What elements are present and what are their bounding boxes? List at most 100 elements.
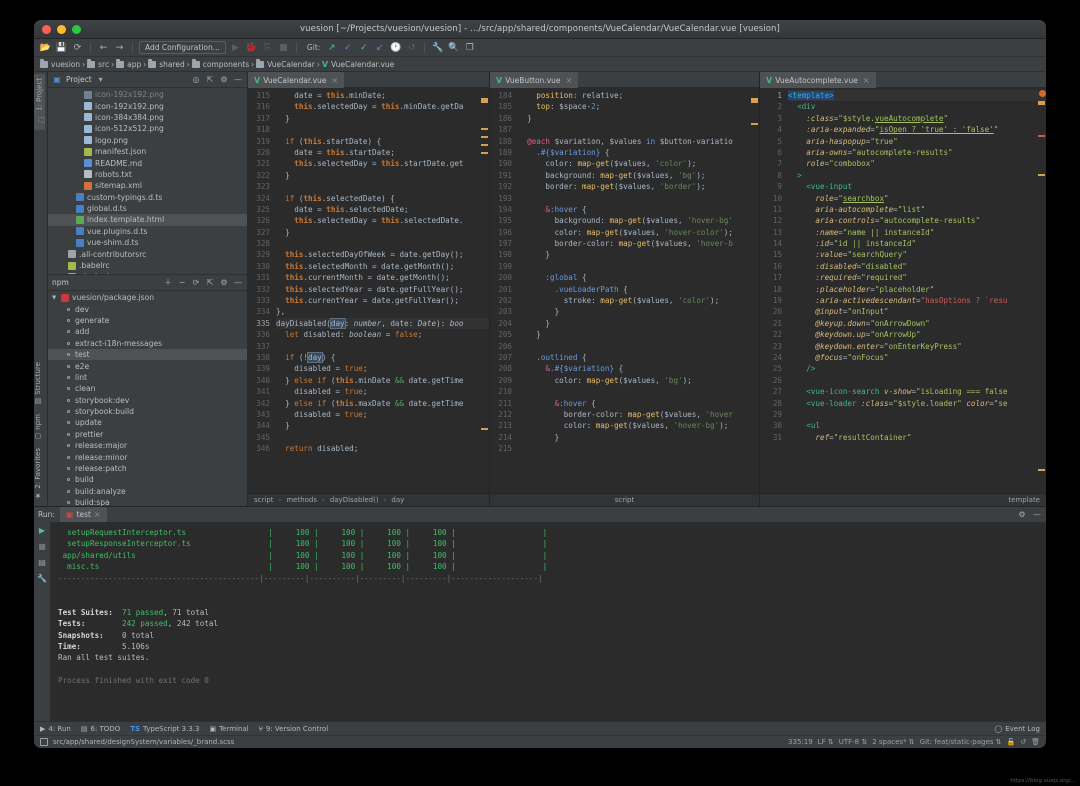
project-tree-item[interactable]: icon-512x512.png — [48, 123, 247, 134]
code-line[interactable]: date = this.startDate; — [276, 147, 489, 158]
update-project-icon[interactable]: ↗ — [325, 41, 338, 54]
npm-scripts-tree[interactable]: ▼ vuesion/package.json dev generate add extra… — [48, 291, 247, 506]
chevron-down-icon[interactable]: ▾ — [96, 75, 106, 84]
code-line[interactable] — [518, 261, 759, 272]
project-tree-item[interactable]: vue.plugins.d.ts — [48, 226, 247, 237]
code-area-1[interactable]: 315 316 317 318 319 320 321 322 323 324 325 326 327 3… — [248, 88, 489, 493]
npm-script-item[interactable]: storybook:dev — [48, 395, 247, 406]
code-line[interactable]: aria-controls="autocomplete-results" — [788, 215, 1046, 226]
npm-script-item[interactable]: release:patch — [48, 463, 247, 474]
code-line[interactable]: } — [518, 249, 759, 260]
npm-script-item[interactable]: release:minor — [48, 451, 247, 462]
npm-script-item[interactable]: test — [48, 348, 247, 361]
code-line[interactable]: role="searchbox" — [788, 193, 1046, 204]
code-line[interactable]: &:hover { — [518, 204, 759, 215]
project-tree-item[interactable]: custom-typings.d.ts — [48, 192, 247, 203]
code-line[interactable]: disabled = true; — [276, 386, 489, 397]
code-line[interactable]: this.selectedDay = this.startDate.get — [276, 158, 489, 169]
breadcrumb-segment[interactable]: script — [615, 496, 635, 504]
status-item-typescript[interactable]: TS TypeScript 3.3.3 — [130, 725, 199, 733]
code-line[interactable]: color: map-get($values, 'hover-color'); — [518, 227, 759, 238]
npm-root-item[interactable]: ▼ vuesion/package.json — [48, 292, 247, 303]
warning-marker[interactable] — [481, 98, 488, 103]
code-line[interactable]: this.selectedYear = date.getFullYear(); — [276, 284, 489, 295]
hide-panel-icon[interactable]: — — [1032, 510, 1042, 519]
breadcrumb-segment[interactable]: day — [391, 496, 404, 504]
settings-wrench-icon[interactable]: 🔧 — [431, 41, 444, 54]
change-marker[interactable] — [481, 136, 488, 138]
code-lines[interactable]: position: relative; top: $space-2; } @ea… — [518, 88, 759, 455]
add-script-icon[interactable]: ＋ — [163, 277, 173, 288]
code-line[interactable]: } else if (this.minDate && date.getTime — [276, 375, 489, 386]
code-line[interactable]: <div — [788, 101, 1046, 112]
breadcrumb-segment[interactable]: script — [254, 496, 274, 504]
locate-file-icon[interactable]: ◎ — [191, 75, 201, 84]
reload-scripts-icon[interactable]: ⟳ — [191, 278, 201, 287]
code-line[interactable]: /> — [788, 363, 1046, 374]
error-marker-strip[interactable] — [750, 88, 759, 493]
breadcrumb-item-app[interactable]: app — [116, 58, 141, 69]
code-line[interactable]: ref="resultContainer" — [788, 432, 1046, 443]
breadcrumb-item-src[interactable]: src — [87, 58, 109, 69]
code-line[interactable]: dayDisabled(day: number, date: Date): bo… — [276, 317, 489, 330]
caret-position[interactable]: 335:19 — [788, 738, 813, 746]
code-line[interactable] — [276, 124, 489, 135]
project-tree-item[interactable]: vue-shim.d.ts — [48, 237, 247, 248]
code-line[interactable]: } — [518, 113, 759, 124]
status-item-run[interactable]: ▶ 4: Run — [40, 725, 71, 733]
code-line[interactable]: :id="id || instanceId" — [788, 238, 1046, 249]
tool-window-npm[interactable]: ▢ npm — [34, 410, 42, 445]
breadcrumb-item-vuecalendar[interactable]: VueCalendar — [256, 58, 315, 69]
code-line[interactable]: role="combobox" — [788, 158, 1046, 169]
code-line[interactable]: > — [788, 170, 1046, 181]
breadcrumb-segment[interactable]: template — [1008, 496, 1040, 504]
code-area-2[interactable]: 184 185 186 187 188 189 190 191 192 193 194 195 196 1… — [490, 88, 759, 493]
code-line[interactable] — [276, 181, 489, 192]
debug-icon[interactable]: 🐞 — [245, 41, 258, 54]
forward-arrow-icon[interactable]: → — [113, 41, 126, 54]
code-line[interactable]: position: relative; — [518, 90, 759, 101]
code-line[interactable]: }, — [276, 306, 489, 317]
project-tree[interactable]: icon-192x192.png icon-192x192.png icon-384… — [48, 88, 247, 274]
save-icon[interactable]: 💾 — [55, 41, 68, 54]
editor-breadcrumb-2[interactable]: script — [490, 493, 759, 506]
code-line[interactable]: &:hover { — [518, 398, 759, 409]
notification-icon[interactable]: ↺ — [1020, 738, 1026, 746]
npm-script-item[interactable]: release:major — [48, 440, 247, 451]
gear-icon[interactable]: ⚙ — [219, 278, 229, 287]
code-line[interactable]: this.currentYear = date.getFullYear(); — [276, 295, 489, 306]
change-marker[interactable] — [481, 128, 488, 130]
project-tree-item[interactable]: README.md — [48, 157, 247, 168]
project-tree-item[interactable]: .all-contributorsrc — [48, 248, 247, 259]
code-line[interactable]: } else if (this.maxDate && date.getTime — [276, 398, 489, 409]
status-item-todo[interactable]: ▤ 6: TODO — [81, 725, 120, 733]
push-icon[interactable]: ✓ — [357, 41, 370, 54]
code-line[interactable]: } — [518, 432, 759, 443]
change-marker[interactable] — [481, 144, 488, 146]
chevron-down-icon[interactable]: ▼ — [52, 295, 58, 301]
code-line[interactable]: @each $variation, $values in $button-var… — [518, 136, 759, 147]
project-tree-item[interactable]: icon-192x192.png — [48, 89, 247, 100]
collapse-all-icon[interactable]: ⇱ — [205, 75, 215, 84]
code-line[interactable]: :aria-expanded="isOpen ? 'true' : 'false… — [788, 124, 1046, 135]
encoding-selector[interactable]: UTF-8 ⇅ — [839, 738, 868, 746]
npm-script-item[interactable]: prettier — [48, 429, 247, 440]
warning-marker[interactable] — [1038, 101, 1045, 105]
code-line[interactable]: this.selectedDayOfWeek = date.getDay(); — [276, 249, 489, 260]
npm-script-item[interactable]: generate — [48, 315, 247, 326]
project-tree-item[interactable]: logo.png — [48, 135, 247, 146]
code-line[interactable]: <vue-loader :class="$style.loader" color… — [788, 398, 1046, 409]
editor-breadcrumb-3[interactable]: template — [760, 493, 1046, 506]
code-line[interactable]: return disabled; — [276, 443, 489, 454]
code-line[interactable]: aria-owns="autocomplete-results" — [788, 147, 1046, 158]
code-line[interactable]: :required="required" — [788, 272, 1046, 283]
tool-window-project[interactable]: 🗀 1: Project — [34, 74, 45, 130]
error-marker[interactable] — [1038, 135, 1045, 137]
npm-script-item[interactable]: build:analyze — [48, 486, 247, 497]
editor-tab-vuebutton[interactable]: V VueButton.vue × — [490, 71, 579, 88]
code-line[interactable] — [518, 193, 759, 204]
project-tree-item[interactable]: robots.txt — [48, 169, 247, 180]
code-line[interactable]: &.#{$variation} { — [518, 363, 759, 374]
editor-tab-vuecalendar[interactable]: V VueCalendar.vue × — [248, 71, 345, 88]
search-everywhere-icon[interactable]: 🔍 — [447, 41, 460, 54]
